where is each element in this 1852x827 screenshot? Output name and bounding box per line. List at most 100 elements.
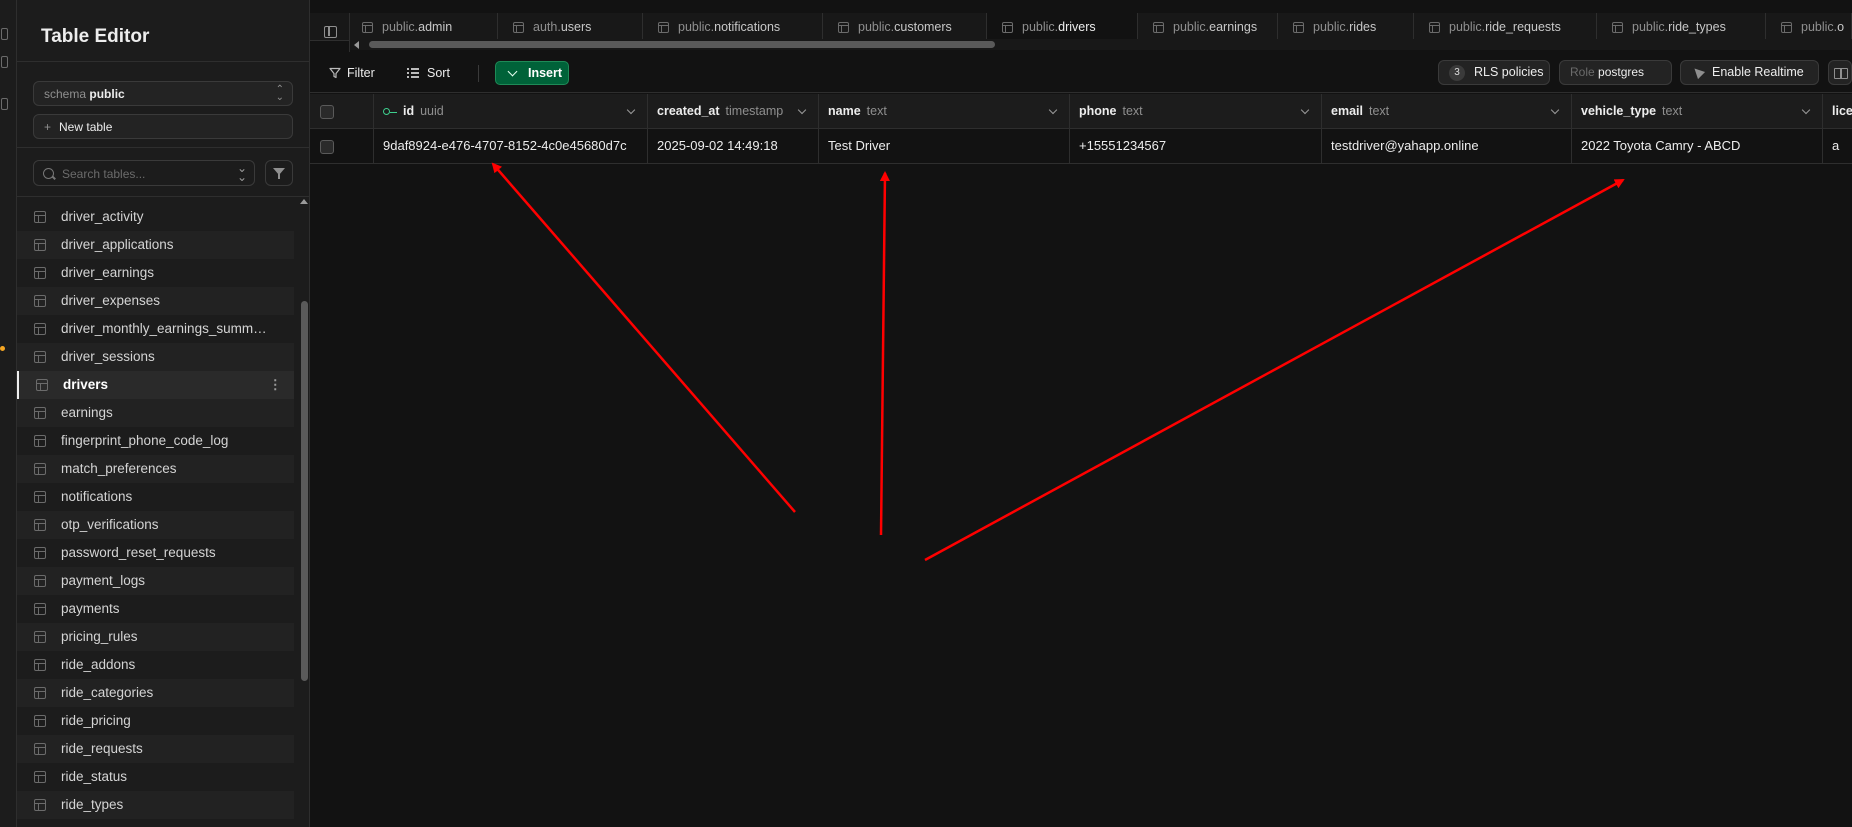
tab-table: users: [560, 20, 592, 34]
sidebar-table-item[interactable]: ride_types: [17, 791, 294, 819]
sidebar-divider: [17, 147, 310, 148]
sidebar-table-item[interactable]: driver_applications: [17, 231, 294, 259]
status-dot-icon: [0, 346, 5, 351]
tabs-scrollbar[interactable]: [350, 39, 1852, 50]
tab-earnings[interactable]: public.earnings: [1138, 13, 1278, 41]
table-icon: [34, 351, 46, 363]
sidebar-table-item[interactable]: payments: [17, 595, 294, 623]
table-icon: [36, 379, 48, 391]
schema-selector[interactable]: schema public ⌃ ⌄: [33, 81, 293, 106]
column-header-created-at[interactable]: created_at timestamp: [648, 94, 819, 129]
cell-created-at[interactable]: 2025-09-02 14:49:18: [648, 129, 819, 164]
row-checkbox[interactable]: [320, 140, 334, 154]
cell-name[interactable]: Test Driver: [819, 129, 1070, 164]
search-input[interactable]: [62, 165, 222, 182]
table-icon: [34, 631, 46, 643]
sidebar-table-item[interactable]: driver_activity: [17, 203, 294, 231]
column-header-licer[interactable]: licer: [1823, 94, 1852, 129]
tab-customers[interactable]: public.customers: [823, 13, 987, 41]
sidebar-table-item[interactable]: driver_expenses: [17, 287, 294, 315]
sidebar-table-item[interactable]: match_preferences: [17, 455, 294, 483]
table-icon: [34, 491, 46, 503]
enable-realtime-button[interactable]: Enable Realtime: [1680, 60, 1819, 85]
sidebar-table-item[interactable]: driver_monthly_earnings_summ…: [17, 315, 294, 343]
sidebar-table-item[interactable]: payment_logs: [17, 567, 294, 595]
new-table-button[interactable]: + New table: [33, 114, 293, 139]
chevron-down-icon[interactable]: [1801, 105, 1811, 115]
sort-button[interactable]: Sort: [407, 61, 450, 85]
tab-ride-requests[interactable]: public.ride_requests: [1414, 13, 1597, 41]
docs-book-icon[interactable]: [1828, 60, 1852, 85]
sidebar-table-item[interactable]: ride_status: [17, 763, 294, 791]
column-header-vehicle-type[interactable]: vehicle_type text: [1572, 94, 1823, 129]
search-icon: [43, 168, 54, 179]
sidebar-table-item[interactable]: pricing_rules: [17, 623, 294, 651]
chevron-down-icon[interactable]: [626, 105, 636, 115]
nav-icon[interactable]: [1, 28, 8, 40]
table-icon: [1293, 22, 1304, 33]
chevron-down-icon[interactable]: [1300, 105, 1310, 115]
tab-users[interactable]: auth.users: [498, 13, 643, 41]
sidebar-table-item[interactable]: otp_verifications: [17, 511, 294, 539]
tab-drivers[interactable]: public.drivers: [987, 13, 1138, 41]
tab-notifications[interactable]: public.notifications: [643, 13, 823, 41]
table-icon: [34, 239, 46, 251]
rls-policies-button[interactable]: 3 RLS policies: [1438, 60, 1550, 85]
sidebar-table-item[interactable]: driver_earnings: [17, 259, 294, 287]
cell-licer[interactable]: a: [1823, 129, 1852, 164]
cell-vehicle-type[interactable]: 2022 Toyota Camry - ABCD: [1572, 129, 1823, 164]
table-name: ride_pricing: [61, 713, 131, 728]
nav-icon[interactable]: [1, 56, 8, 68]
sidebar-scrollbar[interactable]: [298, 197, 310, 827]
role-selector[interactable]: Role postgres: [1559, 60, 1672, 85]
cell-id[interactable]: 9daf8924-e476-4707-8152-4c0e45680d7c: [374, 129, 648, 164]
sidebar-table-item[interactable]: earnings: [17, 399, 294, 427]
tab-ride-types[interactable]: public.ride_types: [1597, 13, 1766, 41]
sidebar-table-item[interactable]: fingerprint_phone_code_log: [17, 427, 294, 455]
chevrons-icon[interactable]: ⌄ ⌄: [237, 162, 247, 183]
select-all-checkbox[interactable]: [320, 105, 334, 119]
cell-phone[interactable]: +15551234567: [1070, 129, 1322, 164]
table-icon: [34, 519, 46, 531]
sidebar-table-item[interactable]: ride_requests: [17, 735, 294, 763]
chevron-down-icon[interactable]: [797, 105, 807, 115]
column-type: timestamp: [725, 104, 784, 118]
filter-tables-button[interactable]: [265, 160, 293, 186]
sidebar-table-item[interactable]: ride_pricing: [17, 707, 294, 735]
table-name: match_preferences: [61, 461, 177, 476]
scroll-up-icon[interactable]: [300, 199, 308, 204]
new-table-label: New table: [59, 120, 113, 134]
column-header-phone[interactable]: phone text: [1070, 94, 1322, 129]
nav-icon[interactable]: [1, 98, 8, 110]
sidebar-table-item[interactable]: driver_sessions: [17, 343, 294, 371]
table-icon: [362, 22, 373, 33]
column-header-id[interactable]: id uuid: [374, 94, 648, 129]
column-header-email[interactable]: email text: [1322, 94, 1572, 129]
insert-button[interactable]: Insert: [495, 61, 569, 85]
tab-rides[interactable]: public.rides: [1278, 13, 1414, 41]
chevron-down-icon[interactable]: [1048, 105, 1058, 115]
scrollbar-thumb[interactable]: [301, 301, 308, 681]
sidebar-table-item[interactable]: ride_addons: [17, 651, 294, 679]
collapse-sidebar-button[interactable]: [310, 13, 350, 52]
tab-admin[interactable]: public.admin: [347, 13, 498, 41]
table-name: earnings: [61, 405, 113, 420]
cell-email[interactable]: testdriver@yahapp.online: [1322, 129, 1572, 164]
table-search: ⌄⌄: [33, 160, 255, 186]
more-options-icon[interactable]: ⋮: [269, 371, 283, 399]
sidebar-table-item[interactable]: drivers ⋮: [17, 371, 294, 399]
sidebar-table-item[interactable]: notifications: [17, 483, 294, 511]
scrollbar-thumb[interactable]: [369, 41, 995, 48]
tab-schema: public.: [382, 20, 419, 34]
column-header-name[interactable]: name text: [819, 94, 1070, 129]
tab-o[interactable]: public.o: [1766, 13, 1852, 41]
chevron-down-icon: [507, 66, 518, 77]
table-name: ride_requests: [61, 741, 143, 756]
sidebar-table-item[interactable]: password_reset_requests: [17, 539, 294, 567]
sidebar-table-item[interactable]: ride_categories: [17, 679, 294, 707]
table-row[interactable]: 9daf8924-e476-4707-8152-4c0e45680d7c 2025…: [310, 129, 1852, 164]
scroll-left-icon[interactable]: [354, 41, 359, 49]
table-icon: [1153, 22, 1164, 33]
chevron-down-icon[interactable]: [1550, 105, 1560, 115]
filter-button[interactable]: Filter: [327, 61, 375, 85]
